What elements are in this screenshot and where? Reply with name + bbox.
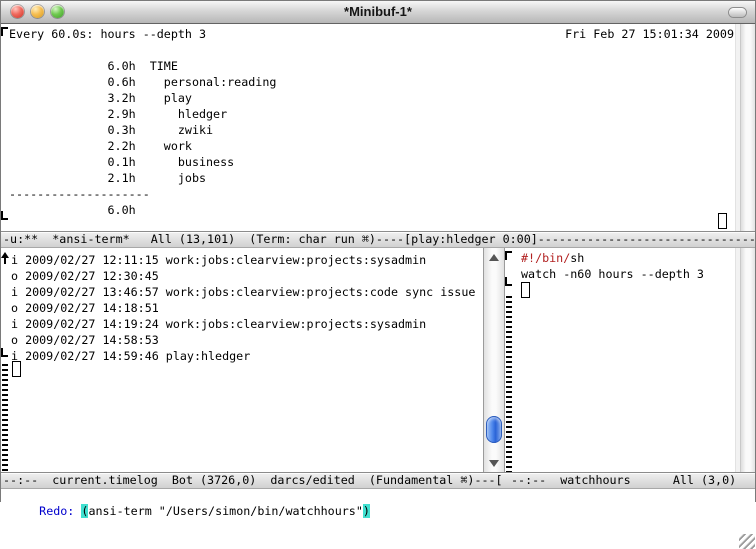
minibuffer[interactable]: Redo: (ansi-term "/Users/simon/bin/watch… bbox=[1, 489, 755, 549]
watchhours-lines: #!/bin/sh watch -n60 hours --depth 3 bbox=[521, 250, 704, 282]
watch-command: Every 60.0s: hours --depth 3 bbox=[9, 26, 206, 42]
report-line: 0.6h personal:reading bbox=[9, 74, 734, 90]
traffic-lights bbox=[11, 5, 64, 18]
lower-split: i 2009/02/27 12:11:15 work:jobs:clearvie… bbox=[1, 248, 755, 472]
script-line: watch -n60 hours --depth 3 bbox=[521, 266, 704, 282]
shebang-line: #!/bin/sh bbox=[521, 250, 704, 266]
modeline-watchhours[interactable]: --:-- watchhours All (3,0) bbox=[509, 472, 755, 489]
term-scrollbar-track[interactable] bbox=[740, 24, 755, 231]
report-line: 6.0h bbox=[9, 202, 734, 218]
report-line: 0.3h zwiki bbox=[9, 122, 734, 138]
scroll-up-arrow-icon[interactable] bbox=[489, 254, 499, 261]
watch-header: Every 60.0s: hours --depth 3 Fri Feb 27 … bbox=[9, 26, 734, 42]
timelog-entry: o 2009/02/27 12:30:45 bbox=[11, 268, 475, 284]
window-title: *Minibuf-1* bbox=[344, 4, 412, 20]
watchhours-scrollbar[interactable] bbox=[735, 248, 755, 472]
fringe-top-left-angle-icon bbox=[505, 251, 512, 260]
modeline-ansi-term[interactable]: -u:** *ansi-term* All (13,101) (Term: ch… bbox=[1, 231, 755, 248]
timelog-entry: i 2009/02/27 14:19:24 work:jobs:clearvie… bbox=[11, 316, 475, 332]
scroll-down-arrow-icon[interactable] bbox=[489, 460, 499, 467]
report-line: 2.1h jobs bbox=[9, 170, 734, 186]
terminal-cursor bbox=[718, 213, 727, 229]
report-line: 0.1h business bbox=[9, 154, 734, 170]
timelog-entry: o 2009/02/27 14:58:53 bbox=[11, 332, 475, 348]
lower-modelines: --:-- current.timelog Bot (3726,0) darcs… bbox=[1, 472, 755, 489]
fringe-bottom-left-angle-icon bbox=[505, 277, 512, 286]
fringe-up-arrow-icon bbox=[1, 252, 9, 265]
timelog-entry: i 2009/02/27 13:46:57 work:jobs:clearvie… bbox=[11, 284, 475, 300]
watch-output: Every 60.0s: hours --depth 3 Fri Feb 27 … bbox=[9, 26, 734, 218]
timelog-scrollbar[interactable] bbox=[483, 248, 505, 472]
timelog-entry: i 2009/02/27 12:11:15 work:jobs:clearvie… bbox=[11, 252, 475, 268]
minimize-button[interactable] bbox=[31, 5, 44, 18]
term-scrollbar[interactable] bbox=[735, 24, 755, 231]
watch-timestamp: Fri Feb 27 15:01:34 2009 bbox=[565, 26, 734, 42]
report-line: 2.2h work bbox=[9, 138, 734, 154]
watchhours-buffer[interactable]: #!/bin/sh watch -n60 hours --depth 3 bbox=[505, 248, 755, 472]
emacs-window: *Minibuf-1* Every 60.0s: hours --depth 3… bbox=[0, 0, 756, 502]
timelog-cursor bbox=[12, 361, 21, 377]
watchhours-cursor bbox=[521, 282, 530, 298]
timelog-entry: o 2009/02/27 14:18:51 bbox=[11, 300, 475, 316]
matched-close-paren: ) bbox=[363, 504, 370, 518]
fringe-empty-line-marks bbox=[506, 296, 512, 472]
watchhours-scrollbar-track[interactable] bbox=[740, 248, 755, 472]
blank-line bbox=[9, 42, 734, 58]
report-line: 2.9h hledger bbox=[9, 106, 734, 122]
report-line: -------------------- bbox=[9, 186, 734, 202]
report-line: 6.0h TIME bbox=[9, 58, 734, 74]
fringe-top-left-angle-icon bbox=[1, 27, 8, 36]
scrollbar-thumb[interactable] bbox=[486, 416, 502, 443]
matched-open-paren: ( bbox=[81, 504, 88, 518]
ansi-term-buffer[interactable]: Every 60.0s: hours --depth 3 Fri Feb 27 … bbox=[1, 24, 755, 231]
toolbar-toggle-button[interactable] bbox=[729, 8, 746, 17]
resize-grip[interactable] bbox=[739, 534, 755, 549]
title-bar[interactable]: *Minibuf-1* bbox=[1, 1, 755, 24]
fringe-bottom-left-angle-icon bbox=[1, 211, 8, 220]
minibuffer-text: ansi-term "/Users/simon/bin/watchhours" bbox=[88, 504, 362, 518]
timelog-lines: i 2009/02/27 12:11:15 work:jobs:clearvie… bbox=[11, 252, 475, 364]
timelog-entry: i 2009/02/27 14:59:46 play:hledger bbox=[11, 348, 475, 364]
shebang-interp: sh bbox=[570, 251, 584, 265]
minibuffer-prompt: Redo: bbox=[39, 504, 81, 518]
shebang-path: #!/bin/ bbox=[521, 251, 570, 265]
modeline-timelog[interactable]: --:-- current.timelog Bot (3726,0) darcs… bbox=[1, 472, 509, 489]
close-button[interactable] bbox=[11, 5, 24, 18]
fringe-empty-line-marks bbox=[2, 364, 8, 472]
zoom-button[interactable] bbox=[51, 5, 64, 18]
fringe-bottom-left-angle-icon bbox=[1, 348, 8, 357]
report-line: 3.2h play bbox=[9, 90, 734, 106]
timelog-buffer[interactable]: i 2009/02/27 12:11:15 work:jobs:clearvie… bbox=[1, 248, 483, 472]
